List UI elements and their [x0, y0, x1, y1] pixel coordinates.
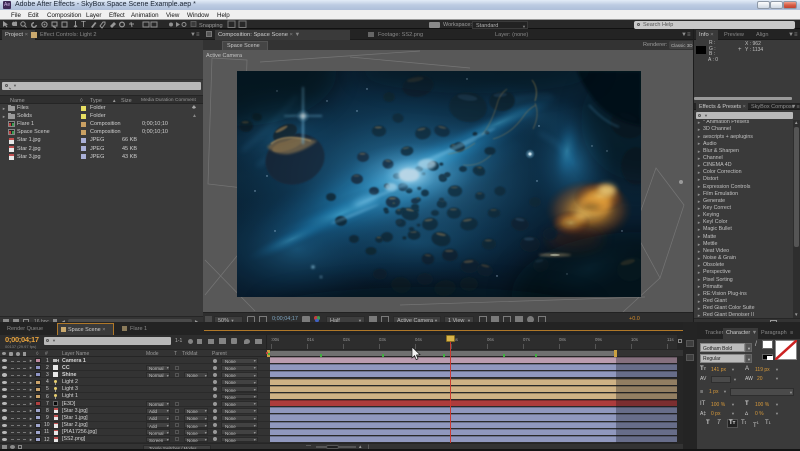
svg-text:Snapping: Snapping — [199, 23, 223, 29]
svg-text:T: T — [81, 20, 86, 29]
